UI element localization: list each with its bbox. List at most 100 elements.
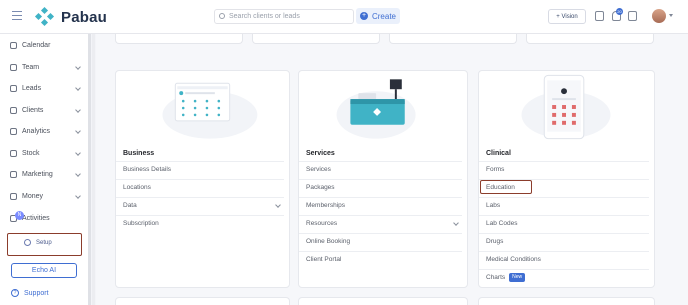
services-illustration	[336, 79, 416, 139]
calendar-icon[interactable]	[595, 11, 604, 21]
settings-link-label: Forms	[486, 166, 505, 173]
settings-link-label: Subscription	[123, 220, 159, 227]
sidebar-item-label: Activities	[22, 214, 50, 222]
notification-badge: 20	[616, 8, 623, 15]
sidebar-item-stock[interactable]: Stock	[10, 147, 82, 159]
clients-icon	[10, 106, 17, 114]
setup-label: Setup	[36, 239, 52, 246]
sidebar-item-setup[interactable]: Setup	[24, 239, 52, 246]
card-top-peek	[115, 34, 243, 44]
settings-link-resources[interactable]: Resources	[299, 215, 462, 233]
settings-link-label: Memberships	[306, 202, 346, 209]
settings-link-forms[interactable]: Forms	[479, 161, 649, 179]
sidebar-item-clients[interactable]: Clients	[10, 104, 82, 116]
new-badge: New	[509, 272, 526, 282]
calendar-icon	[10, 41, 17, 49]
sidebar-item-team[interactable]: Team	[10, 61, 82, 73]
chevron-down-icon[interactable]	[75, 107, 81, 113]
sidebar-item-leads[interactable]: Leads	[10, 82, 82, 94]
vision-button[interactable]: + Vision	[548, 9, 586, 24]
settings-link-locations[interactable]: Locations	[116, 179, 284, 197]
stock-icon	[10, 149, 17, 157]
card-top-peek	[389, 34, 517, 44]
chevron-down-icon[interactable]	[75, 193, 81, 199]
sidebar-item-label: Clients	[22, 106, 44, 114]
help-icon: ?	[11, 289, 19, 297]
sidebar-scrollbar[interactable]	[88, 34, 91, 305]
settings-link-subscription[interactable]: Subscription	[116, 215, 284, 233]
section-title: Business	[123, 150, 155, 157]
clinical-illustration	[521, 74, 611, 140]
analytics-icon	[10, 127, 17, 135]
settings-link-medical-conditions[interactable]: Medical Conditions	[479, 251, 649, 269]
settings-link-label: Resources	[306, 220, 338, 227]
search-icon	[219, 13, 225, 19]
sidebar-item-label: Stock	[22, 149, 40, 157]
sidebar-item-calendar[interactable]: Calendar	[10, 39, 82, 51]
avatar[interactable]	[652, 9, 666, 23]
sidebar-item-analytics[interactable]: Analytics	[10, 125, 82, 137]
settings-link-business-details[interactable]: Business Details	[116, 161, 284, 179]
search-input[interactable]: Search clients or leads	[214, 9, 354, 24]
settings-link-label: Data	[123, 202, 137, 209]
chevron-down-icon[interactable]	[75, 171, 81, 177]
chevron-down-icon[interactable]	[453, 220, 459, 226]
echo-ai-button[interactable]: Echo AI	[11, 263, 77, 278]
sidebar-item-label: Team	[22, 63, 40, 71]
chevron-down-icon[interactable]	[75, 150, 81, 156]
chevron-down-icon[interactable]	[275, 202, 281, 208]
setup-highlight: Setup	[7, 233, 82, 256]
support-link[interactable]: ? Support	[11, 289, 49, 297]
logo-mark-icon	[34, 6, 55, 27]
top-bar: Pabau Search clients or leads + Create +…	[0, 0, 688, 34]
sidebar-item-money[interactable]: Money	[10, 190, 82, 202]
support-label: Support	[24, 289, 49, 297]
sidebar-item-marketing[interactable]: Marketing	[10, 168, 82, 180]
settings-link-label: Business Details	[123, 166, 172, 173]
settings-link-label: Services	[306, 166, 331, 173]
settings-link-label: Client Portal	[306, 256, 342, 263]
gift-icon[interactable]	[628, 11, 637, 21]
money-icon	[10, 192, 17, 200]
settings-link-labs[interactable]: Labs	[479, 197, 649, 215]
card-top-peek	[526, 34, 654, 44]
settings-link-drugs[interactable]: Drugs	[479, 233, 649, 251]
chevron-down-icon[interactable]	[669, 14, 673, 17]
settings-link-charts[interactable]: Charts New	[479, 269, 649, 287]
chevron-down-icon[interactable]	[75, 128, 81, 134]
settings-link-lab-codes[interactable]: Lab Codes	[479, 215, 649, 233]
search-placeholder: Search clients or leads	[229, 13, 300, 20]
plus-icon: +	[359, 12, 368, 20]
sidebar-item-label: Money	[22, 192, 44, 200]
card-bottom-peek	[115, 297, 290, 305]
sidebar-item-label: Leads	[22, 84, 42, 92]
settings-link-label: Labs	[486, 202, 501, 209]
chevron-down-icon[interactable]	[75, 85, 81, 91]
settings-link-label: Locations	[123, 184, 151, 191]
create-label: Create	[371, 11, 396, 21]
gear-icon	[24, 239, 31, 246]
main-scrollbar[interactable]	[92, 34, 95, 305]
settings-link-memberships[interactable]: Memberships	[299, 197, 462, 215]
settings-link-label: Drugs	[486, 238, 504, 245]
settings-link-client-portal[interactable]: Client Portal	[299, 251, 462, 269]
settings-link-services[interactable]: Services	[299, 161, 462, 179]
pabau-logo[interactable]: Pabau	[34, 6, 108, 27]
card-top-peek	[252, 34, 380, 44]
settings-link-packages[interactable]: Packages	[299, 179, 462, 197]
sidebar-item-label: Marketing	[22, 170, 53, 178]
activities-badge: N	[15, 211, 24, 220]
create-button[interactable]: + Create	[356, 8, 400, 24]
settings-link-online-booking[interactable]: Online Booking	[299, 233, 462, 251]
sidebar-item-label: Calendar	[22, 41, 51, 49]
sidebar-item-label: Analytics	[22, 127, 51, 135]
settings-link-data[interactable]: Data	[116, 197, 284, 215]
chevron-down-icon[interactable]	[75, 64, 81, 70]
section-title: Clinical	[486, 150, 511, 157]
settings-link-label: Online Booking	[306, 238, 351, 245]
settings-link-label: Packages	[306, 184, 335, 191]
leads-icon	[10, 84, 17, 92]
business-illustration	[162, 82, 258, 139]
hamburger-menu-icon[interactable]	[12, 11, 22, 20]
app-name: Pabau	[61, 8, 108, 26]
